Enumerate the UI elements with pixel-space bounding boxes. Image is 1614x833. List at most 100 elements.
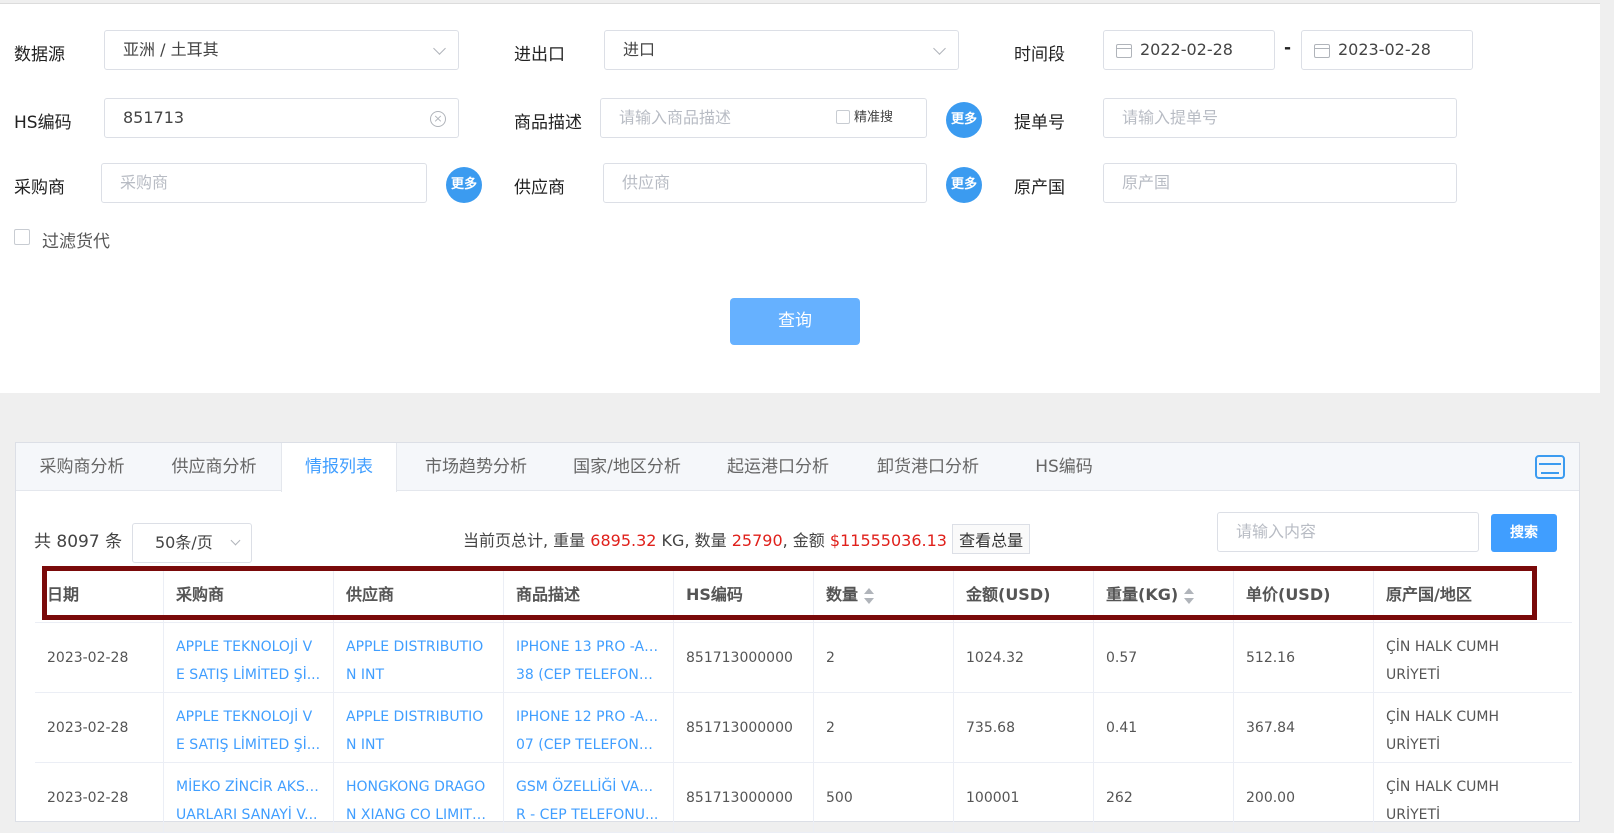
start-date-value: 2022-02-28 <box>1140 40 1233 59</box>
cell-date: 2023-02-28 <box>47 790 129 806</box>
origin-input[interactable]: 原产国 <box>1103 163 1457 203</box>
cell-buyer[interactable]: APPLE TEKNOLOJİ V E SATIŞ LİMİTED Şİ... <box>163 693 333 763</box>
tab-country-analysis[interactable]: 国家/地区分析 <box>552 443 702 491</box>
end-date-value: 2023-02-28 <box>1338 40 1431 59</box>
filter-forwarder-checkbox[interactable] <box>14 229 30 245</box>
calendar-icon <box>1116 44 1132 58</box>
cell-buyer-line: MİEKO ZİNCİR AKSES <box>176 779 321 795</box>
cell-hs: 851713000000 <box>673 623 813 693</box>
chevron-down-icon <box>230 535 241 546</box>
cell-desc[interactable]: IPHONE 12 PRO -A24 07 (CEP TELEFONU... <box>503 693 673 763</box>
results-panel: 采购商分析 供应商分析 情报列表 市场趋势分析 国家/地区分析 起运港口分析 卸… <box>15 442 1580 833</box>
col-date[interactable]: 日期 <box>35 567 163 623</box>
product-more-button[interactable]: 更多 <box>946 102 982 138</box>
cell-supplier-line: N INT <box>346 737 385 753</box>
datasource-label: 数据源 <box>14 45 65 65</box>
cell-origin-line: ÇİN HALK CUMH <box>1386 639 1499 655</box>
cell-buyer[interactable]: APPLE TEKNOLOJİ V E SATIŞ LİMİTED Şİ... <box>163 623 333 693</box>
col-weight[interactable]: 重量(KG) <box>1093 567 1233 623</box>
cell-buyer-line: APPLE TEKNOLOJİ V <box>176 709 313 725</box>
supplier-more-button[interactable]: 更多 <box>946 167 982 203</box>
buyer-more-button[interactable]: 更多 <box>446 167 482 203</box>
cell-desc[interactable]: GSM ÖZELLİĞİ VARDI R - CEP TELEFONU... <box>503 763 673 833</box>
chevron-down-icon <box>933 42 946 55</box>
hs-code-label: HS编码 <box>14 113 72 133</box>
hs-code-input[interactable]: 851713 × <box>104 98 459 138</box>
table-search-button[interactable]: 搜索 <box>1491 514 1557 552</box>
cell-supplier-line: APPLE DISTRIBUTIO <box>346 709 484 725</box>
cell-hs: 851713000000 <box>673 763 813 833</box>
tab-unloading-port[interactable]: 卸货港口分析 <box>853 443 1003 491</box>
product-desc-input[interactable]: 请输入商品描述 精准搜 <box>600 98 927 138</box>
col-unit-price[interactable]: 单价(USD) <box>1233 567 1373 623</box>
product-desc-label: 商品描述 <box>514 113 582 133</box>
cell-date: 2023-02-28 <box>47 720 129 736</box>
cell-desc-line: GSM ÖZELLİĞİ VARDI <box>516 779 661 795</box>
tab-departure-port[interactable]: 起运港口分析 <box>703 443 853 491</box>
col-weight-label: 重量(KG) <box>1106 585 1179 604</box>
col-amount[interactable]: 金额(USD) <box>953 567 1093 623</box>
view-total-button[interactable]: 查看总量 <box>952 524 1031 554</box>
col-origin[interactable]: 原产国/地区 <box>1373 567 1513 623</box>
buyer-input[interactable]: 采购商 <box>101 163 427 203</box>
page-size-value: 50条/页 <box>155 533 213 552</box>
bill-no-label: 提单号 <box>1014 113 1065 133</box>
cell-buyer-line: E SATIŞ LİMİTED Şİ... <box>176 667 321 683</box>
tab-hs-code[interactable]: HS编码 <box>1004 443 1124 491</box>
col-hs[interactable]: HS编码 <box>673 567 813 623</box>
col-buyer[interactable]: 采购商 <box>163 567 333 623</box>
col-qty-label: 数量 <box>826 585 859 604</box>
import-export-select[interactable]: 进口 <box>604 30 959 70</box>
cell-supplier-line: HONGKONG DRAGO <box>346 779 486 795</box>
summary-amount: $11555036.13 <box>829 531 947 550</box>
query-button[interactable]: 查询 <box>730 298 860 345</box>
summary-weight-unit: KG, 数量 <box>661 531 727 550</box>
tab-intel-list[interactable]: 情报列表 <box>281 443 397 492</box>
cell-supplier[interactable]: HONGKONG DRAGO N XIANG CO LIMITED <box>333 763 503 833</box>
supplier-input[interactable]: 供应商 <box>603 163 927 203</box>
cell-buyer[interactable]: MİEKO ZİNCİR AKSES UARLARI SANAYİ V... <box>163 763 333 833</box>
col-supplier[interactable]: 供应商 <box>333 567 503 623</box>
cell-weight: 262 <box>1093 763 1233 833</box>
table-row[interactable]: 2023-02-28 MİEKO ZİNCİR AKSES UARLARI SANA… <box>35 763 1572 833</box>
results-table: 日期 采购商 供应商 商品描述 HS编码 数量 金额(USD) 重量(KG) 单… <box>35 567 1572 833</box>
buyer-placeholder: 采购商 <box>120 173 169 192</box>
clear-icon[interactable]: × <box>430 111 446 127</box>
summary-quantity: 25790 <box>731 531 783 550</box>
cell-unit-price: 367.84 <box>1233 693 1373 763</box>
exact-search-label: 精准搜 <box>854 110 894 125</box>
sort-icon[interactable] <box>1184 587 1195 604</box>
cell-supplier[interactable]: APPLE DISTRIBUTIO N INT <box>333 693 503 763</box>
tab-market-trend[interactable]: 市场趋势分析 <box>402 443 550 491</box>
cell-supplier[interactable]: APPLE DISTRIBUTIO N INT <box>333 623 503 693</box>
cell-desc-line: 07 (CEP TELEFONU... <box>516 737 661 753</box>
cell-origin-line: URİYETİ <box>1386 667 1441 683</box>
page-summary: 当前页总计, 重量 6895.32 KG, 数量 25790, 金额 $1155… <box>463 524 1031 554</box>
cell-hs: 851713000000 <box>673 693 813 763</box>
cell-weight: 0.57 <box>1093 623 1233 693</box>
cell-desc-line: R - CEP TELEFONU... <box>516 807 659 823</box>
cell-buyer-line: E SATIŞ LİMİTED Şİ... <box>176 737 321 753</box>
bill-no-input[interactable]: 请输入提单号 <box>1103 98 1457 138</box>
sort-icon[interactable] <box>864 587 875 604</box>
table-row[interactable]: 2023-02-28 APPLE TEKNOLOJİ V E SATIŞ LİMİT… <box>35 693 1572 763</box>
col-qty[interactable]: 数量 <box>813 567 953 623</box>
table-search-input[interactable]: 请输入内容 <box>1217 512 1479 552</box>
start-date-input[interactable]: 2022-02-28 <box>1103 30 1275 70</box>
cell-origin-line: ÇİN HALK CUMH <box>1386 779 1499 795</box>
col-desc[interactable]: 商品描述 <box>503 567 673 623</box>
print-icon[interactable] <box>1535 455 1565 479</box>
page-size-select[interactable]: 50条/页 <box>132 523 252 563</box>
exact-search-checkbox[interactable] <box>836 110 850 124</box>
table-row[interactable]: 2023-02-28 APPLE TEKNOLOJİ V E SATIŞ LİMİT… <box>35 623 1572 693</box>
table-header: 日期 采购商 供应商 商品描述 HS编码 数量 金额(USD) 重量(KG) 单… <box>35 567 1572 623</box>
chevron-down-icon <box>433 42 446 55</box>
cell-origin: ÇİN HALK CUMH URİYETİ <box>1373 763 1513 833</box>
datasource-select[interactable]: 亚洲 / 土耳其 <box>104 30 459 70</box>
tab-supplier-analysis[interactable]: 供应商分析 <box>148 443 280 491</box>
end-date-input[interactable]: 2023-02-28 <box>1301 30 1473 70</box>
cell-desc-line: 38 (CEP TELEFONU... <box>516 667 661 683</box>
cell-desc[interactable]: IPHONE 13 PRO -A26 38 (CEP TELEFONU... <box>503 623 673 693</box>
import-export-value: 进口 <box>623 40 656 59</box>
tab-buyer-analysis[interactable]: 采购商分析 <box>16 443 148 491</box>
